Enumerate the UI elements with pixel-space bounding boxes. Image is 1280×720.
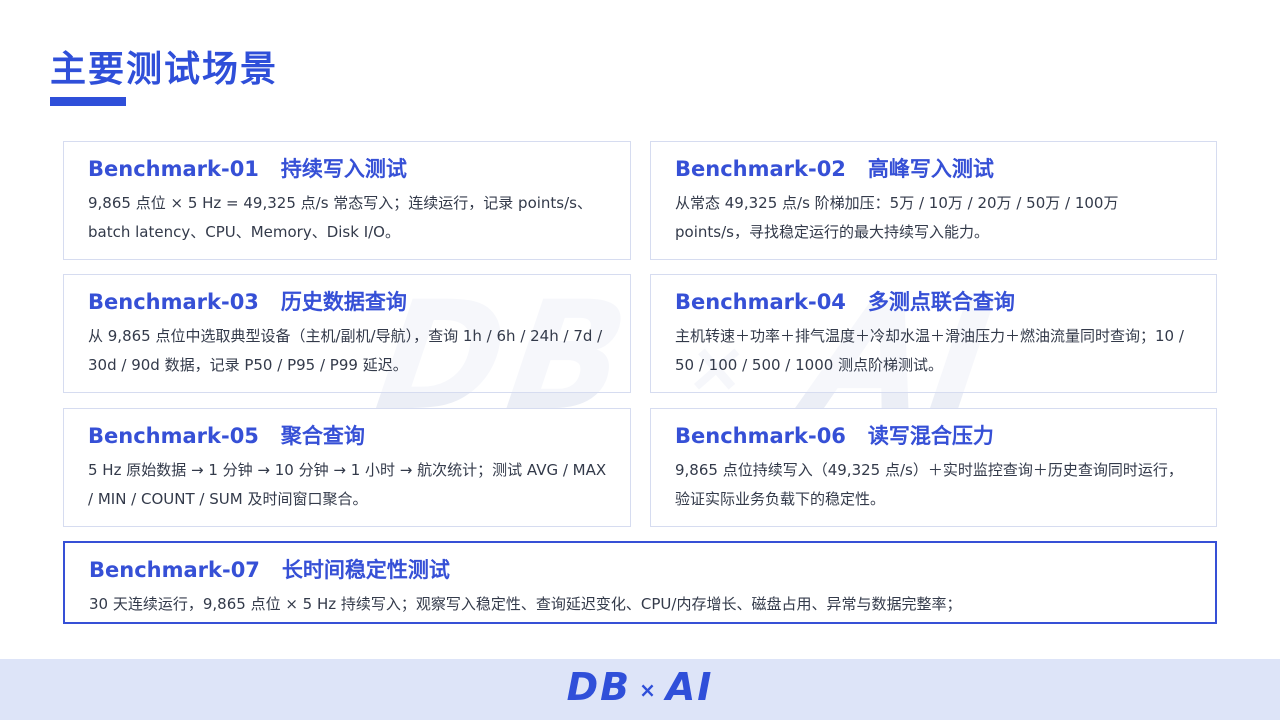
card-description: 5 Hz 原始数据 → 1 分钟 → 10 分钟 → 1 小时 → 航次统计；测… (88, 461, 607, 508)
card-title: Benchmark-05 聚合查询 (88, 420, 608, 450)
benchmark-name: 历史数据查询 (280, 290, 407, 314)
benchmark-name: 多测点联合查询 (867, 290, 1015, 314)
benchmark-name: 聚合查询 (280, 424, 365, 448)
footer-logo-times: × (639, 677, 658, 702)
benchmark-card-04: Benchmark-04 多测点联合查询 主机转速＋功率＋排气温度＋冷却水温＋滑油… (650, 274, 1217, 393)
benchmark-name: 读写混合压力 (867, 424, 994, 448)
footer-logo-db: DB (566, 665, 632, 709)
benchmark-card-05: Benchmark-05 聚合查询 5 Hz 原始数据 → 1 分钟 → 10 分… (63, 408, 631, 527)
benchmark-card-01: Benchmark-01 持续写入测试 9,865 点位 × 5 Hz = 49,… (63, 141, 631, 260)
footer-logo: DB × AI (567, 665, 714, 709)
benchmark-id: Benchmark-04 (675, 290, 846, 314)
card-description: 30 天连续运行，9,865 点位 × 5 Hz 持续写入；观察写入稳定性、查询… (89, 595, 962, 613)
benchmark-card-03: Benchmark-03 历史数据查询 从 9,865 点位中选取典型设备（主机/… (63, 274, 631, 393)
benchmark-card-06: Benchmark-06 读写混合压力 9,865 点位持续写入（49,325 点… (650, 408, 1217, 527)
card-title: Benchmark-03 历史数据查询 (88, 286, 608, 316)
card-title: Benchmark-01 持续写入测试 (88, 153, 608, 183)
benchmark-id: Benchmark-07 (89, 558, 260, 582)
card-description: 从常态 49,325 点/s 阶梯加压：5万 / 10万 / 20万 / 50万… (675, 194, 1119, 241)
card-description: 主机转速＋功率＋排气温度＋冷却水温＋滑油压力＋燃油流量同时查询；10 / 50 … (675, 327, 1184, 374)
card-description: 从 9,865 点位中选取典型设备（主机/副机/导航），查询 1h / 6h /… (88, 327, 603, 374)
card-description: 9,865 点位 × 5 Hz = 49,325 点/s 常态写入；连续运行，记… (88, 194, 592, 241)
benchmark-id: Benchmark-02 (675, 157, 846, 181)
card-title: Benchmark-06 读写混合压力 (675, 420, 1194, 450)
card-title: Benchmark-04 多测点联合查询 (675, 286, 1194, 316)
card-title: Benchmark-07 长时间稳定性测试 (89, 554, 1193, 584)
benchmark-id: Benchmark-05 (88, 424, 259, 448)
card-description: 9,865 点位持续写入（49,325 点/s）＋实时监控查询＋历史查询同时运行… (675, 461, 1183, 508)
benchmark-id: Benchmark-03 (88, 290, 259, 314)
page-title: 主要测试场景 (50, 49, 279, 90)
benchmark-id: Benchmark-06 (675, 424, 846, 448)
benchmark-card-07: Benchmark-07 长时间稳定性测试 30 天连续运行，9,865 点位 ×… (63, 541, 1217, 624)
benchmark-name: 长时间稳定性测试 (281, 558, 450, 582)
benchmark-id: Benchmark-01 (88, 157, 259, 181)
benchmark-name: 持续写入测试 (280, 157, 407, 181)
title-underline (50, 97, 126, 106)
footer-bar: DB × AI (0, 659, 1280, 720)
benchmark-card-02: Benchmark-02 高峰写入测试 从常态 49,325 点/s 阶梯加压：5… (650, 141, 1217, 260)
card-title: Benchmark-02 高峰写入测试 (675, 153, 1194, 183)
benchmark-name: 高峰写入测试 (867, 157, 994, 181)
footer-logo-ai: AI (665, 665, 714, 709)
